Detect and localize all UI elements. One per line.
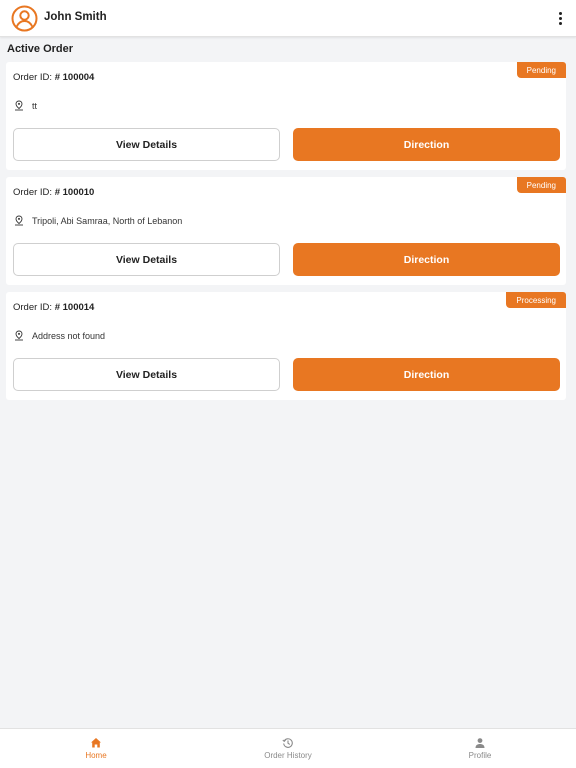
direction-button[interactable]: Direction <box>293 128 560 161</box>
user-name: John Smith <box>44 11 107 23</box>
address-text: Tripoli, Abi Samraa, North of Lebanon <box>32 215 183 226</box>
app-header: John Smith <box>0 0 576 37</box>
order-address: tt <box>14 100 37 111</box>
person-icon <box>475 738 485 748</box>
nav-label-profile: Profile <box>468 751 492 760</box>
history-icon <box>282 738 293 748</box>
order-id-number: # 100004 <box>54 72 95 83</box>
section-title: Active Order <box>7 43 74 55</box>
nav-label-order-history: Order History <box>264 751 312 760</box>
more-menu-icon[interactable] <box>552 8 568 28</box>
order-address: Tripoli, Abi Samraa, North of Lebanon <box>14 215 182 226</box>
order-id: Order ID: # 100014 <box>13 302 94 313</box>
order-card: Pending Order ID: # 100010 Tripoli, Abi … <box>6 177 566 285</box>
location-pin-icon <box>15 100 23 111</box>
order-card: Processing Order ID: # 100014 Address no… <box>6 292 566 400</box>
direction-button[interactable]: Direction <box>293 358 560 391</box>
order-id-label: Order ID: <box>13 187 55 198</box>
order-card: Pending Order ID: # 100004 tt View Detai… <box>6 62 566 170</box>
order-id-number: # 100014 <box>54 302 95 313</box>
location-pin-icon <box>15 215 23 226</box>
nav-item-profile[interactable]: Profile <box>384 729 576 768</box>
bottom-nav: Home Order History Profile <box>0 728 576 768</box>
nav-item-home[interactable]: Home <box>0 729 192 768</box>
status-badge: Processing <box>506 292 566 308</box>
order-id: Order ID: # 100004 <box>13 72 94 83</box>
nav-label-home: Home <box>85 751 107 760</box>
order-id-number: # 100010 <box>54 187 95 198</box>
address-text: Address not found <box>32 330 106 341</box>
order-address: Address not found <box>14 330 105 341</box>
status-badge: Pending <box>516 177 566 193</box>
nav-item-order-history[interactable]: Order History <box>192 729 384 768</box>
address-text: tt <box>32 100 38 111</box>
home-icon <box>91 738 101 748</box>
view-details-button[interactable]: View Details <box>13 358 280 391</box>
user-avatar-icon[interactable] <box>11 5 38 32</box>
direction-button[interactable]: Direction <box>293 243 560 276</box>
view-details-button[interactable]: View Details <box>13 243 280 276</box>
order-id-label: Order ID: <box>13 302 55 313</box>
view-details-button[interactable]: View Details <box>13 128 280 161</box>
status-badge: Pending <box>516 62 566 78</box>
order-id-label: Order ID: <box>13 72 55 83</box>
location-pin-icon <box>15 330 23 341</box>
order-id: Order ID: # 100010 <box>13 187 94 198</box>
